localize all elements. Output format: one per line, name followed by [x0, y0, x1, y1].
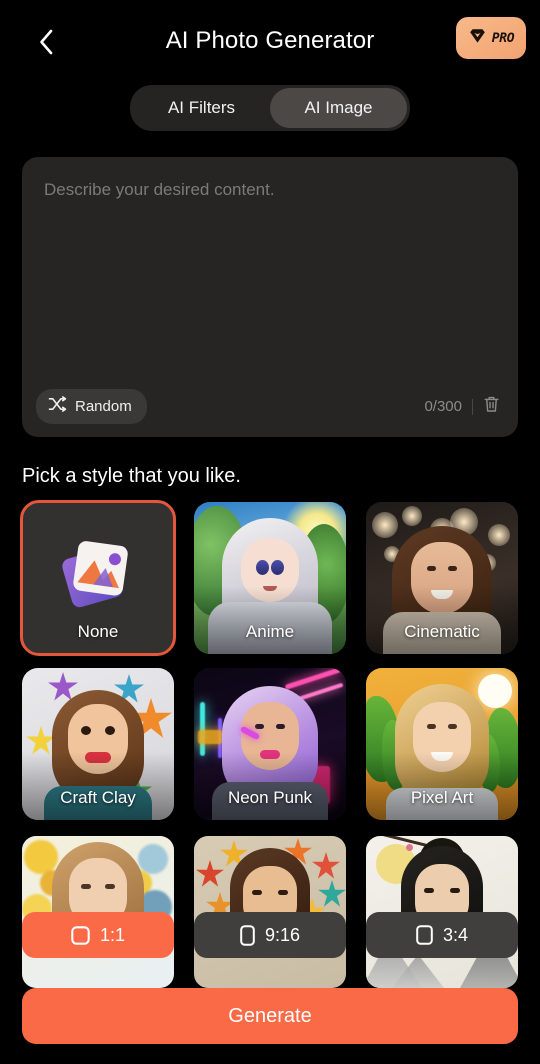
- style-section-title: Pick a style that you like.: [22, 465, 241, 487]
- generate-button[interactable]: Generate: [22, 988, 518, 1044]
- random-button-label: Random: [75, 398, 132, 415]
- style-card-label: None: [77, 622, 119, 641]
- ratio-button-label: 1:1: [99, 924, 126, 945]
- style-card-neon-punk[interactable]: Neon Punk: [194, 668, 346, 820]
- tab-ai-image[interactable]: AI Image: [270, 88, 407, 128]
- style-card-cinematic[interactable]: Cinematic: [366, 502, 518, 654]
- style-grid-row-1: None Anime Cinematic: [20, 500, 518, 656]
- pro-badge-label: PRO: [491, 30, 515, 46]
- trash-icon: [483, 395, 500, 418]
- ratio-button-3-4[interactable]: 3:4: [366, 912, 518, 958]
- prompt-card[interactable]: Describe your desired content. Random 0/…: [22, 157, 518, 437]
- divider: [472, 398, 473, 415]
- ai-photo-generator-screen: AI Photo Generator PRO AI Filters AI Ima…: [0, 0, 540, 1064]
- chevron-left-icon: [38, 29, 54, 55]
- ratio-button-9-16[interactable]: 9:16: [194, 912, 346, 958]
- app-header: AI Photo Generator PRO: [0, 0, 540, 82]
- pro-badge-button[interactable]: PRO: [456, 17, 526, 59]
- portrait-tall-icon: [240, 924, 255, 946]
- clear-prompt-button[interactable]: [483, 395, 500, 418]
- ratio-button-label: 9:16: [264, 924, 301, 945]
- prompt-meta: 0/300: [424, 395, 500, 418]
- caption-scrim: [194, 751, 346, 820]
- caption-scrim: [366, 751, 518, 820]
- tab-ai-filters[interactable]: AI Filters: [133, 88, 270, 128]
- square-icon: [71, 925, 90, 945]
- style-card-craft-clay[interactable]: Craft Clay: [22, 668, 174, 820]
- style-card-label: Pixel Art: [410, 788, 474, 807]
- ratio-button-label: 3:4: [442, 924, 469, 945]
- diamond-heart-icon: [468, 28, 487, 49]
- shuffle-icon: [48, 396, 67, 417]
- style-grid-row-2: Craft Clay Neon Punk Pixel Art: [22, 668, 518, 820]
- ratio-button-1-1[interactable]: 1:1: [22, 912, 174, 958]
- mode-tabs: AI Filters AI Image: [0, 85, 540, 131]
- aspect-ratio-selector: 1:1 9:16 3:4: [22, 912, 518, 958]
- style-card-label: Craft Clay: [60, 788, 136, 807]
- back-button[interactable]: [24, 20, 68, 64]
- style-card-none[interactable]: None: [20, 500, 176, 656]
- prompt-footer: Random 0/300: [36, 389, 500, 424]
- caption-scrim: [366, 585, 518, 654]
- char-counter: 0/300: [424, 398, 462, 415]
- random-prompt-button[interactable]: Random: [36, 389, 147, 424]
- caption-scrim: [22, 751, 174, 820]
- style-card-pixel-art[interactable]: Pixel Art: [366, 668, 518, 820]
- portrait-icon: [416, 925, 433, 945]
- style-card-label: Neon Punk: [227, 788, 313, 807]
- caption-scrim: [194, 585, 346, 654]
- prompt-input-placeholder[interactable]: Describe your desired content.: [44, 179, 496, 201]
- style-card-anime[interactable]: Anime: [194, 502, 346, 654]
- style-card-label: Cinematic: [404, 622, 480, 641]
- style-card-label: Anime: [245, 622, 295, 641]
